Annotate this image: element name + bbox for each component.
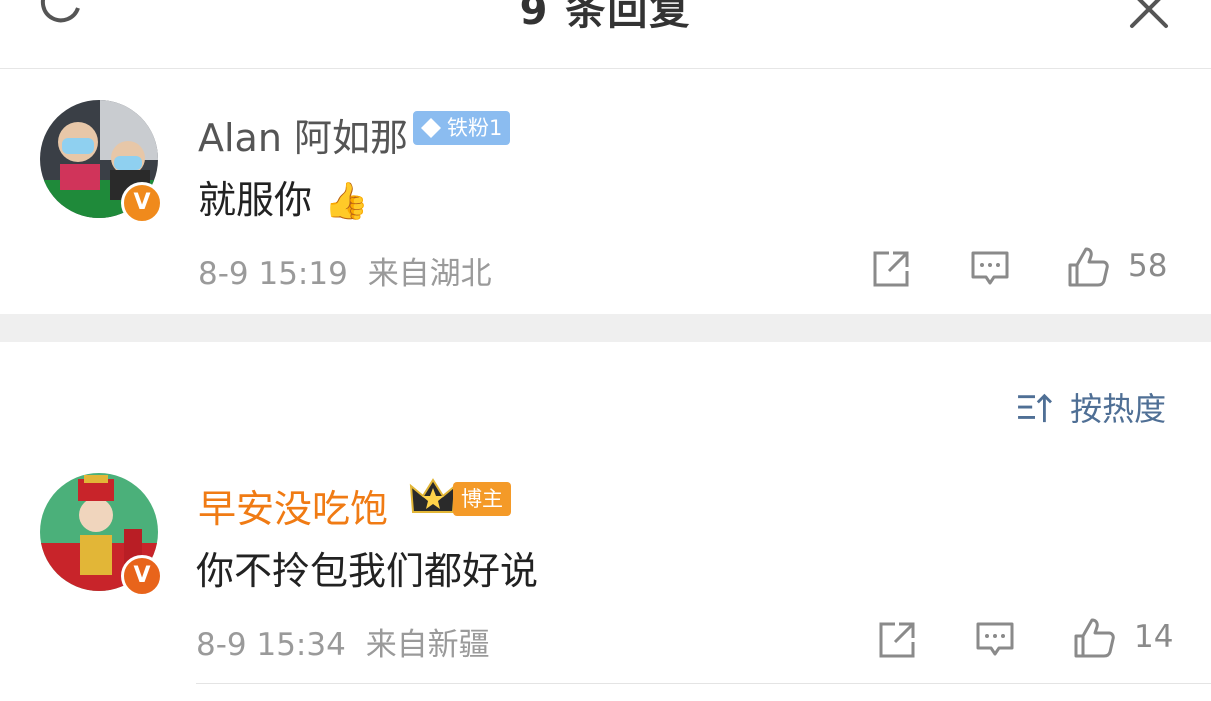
sort-label: 按热度 xyxy=(1070,390,1167,428)
comment-username[interactable]: Alan 阿如那 xyxy=(198,107,408,162)
like-icon[interactable] xyxy=(1066,245,1110,289)
sort-icon xyxy=(1018,393,1052,423)
comment-text: 你不拎包我们都好说 xyxy=(196,549,539,593)
comment-meta: 8-9 15:34 来自新疆 xyxy=(196,619,490,664)
diamond-icon xyxy=(421,118,441,138)
sort-toggle[interactable]: 按热度 xyxy=(1016,384,1166,430)
fan-level-label: 铁粉1 xyxy=(447,116,503,140)
list-divider xyxy=(196,683,1211,684)
comment-body: 就服你 xyxy=(198,178,313,222)
like-count: 58 xyxy=(1128,248,1168,284)
crown-icon xyxy=(409,478,457,513)
like-count: 14 xyxy=(1134,619,1174,655)
comment-item: V Alan 阿如那 铁粉1 就服你 👍 8-9 15:19 来自湖北 58 xyxy=(0,69,1211,314)
comment-icon[interactable] xyxy=(970,249,1010,289)
section-divider xyxy=(0,314,1211,342)
comment-item: V 早安没吃饱 博主 你不拎包我们都好说 8-9 15:34 来自新疆 14 xyxy=(0,440,1211,690)
close-icon[interactable] xyxy=(1128,0,1170,30)
comment-time: 8-9 15:34 xyxy=(196,627,346,663)
blogger-badge: 博主 xyxy=(453,482,511,516)
comment-text: 就服你 👍 xyxy=(198,169,369,224)
share-icon[interactable] xyxy=(871,249,911,289)
page-title: 9 条回复 xyxy=(519,0,692,34)
comment-icon[interactable] xyxy=(975,620,1015,660)
fan-level-badge: 铁粉1 xyxy=(413,111,511,145)
thumbs-up-emoji: 👍 xyxy=(324,181,369,222)
comment-location: 来自新疆 xyxy=(365,627,490,663)
share-icon[interactable] xyxy=(877,620,917,660)
header-bar: 9 条回复 xyxy=(0,0,1211,69)
verified-badge: V xyxy=(121,555,163,597)
comment-username[interactable]: 早安没吃饱 xyxy=(198,478,388,533)
verified-badge: V xyxy=(121,182,163,224)
like-icon[interactable] xyxy=(1072,616,1116,660)
comment-location: 来自湖北 xyxy=(367,256,492,292)
comment-time: 8-9 15:19 xyxy=(198,256,348,292)
comment-meta: 8-9 15:19 来自湖北 xyxy=(198,248,492,293)
